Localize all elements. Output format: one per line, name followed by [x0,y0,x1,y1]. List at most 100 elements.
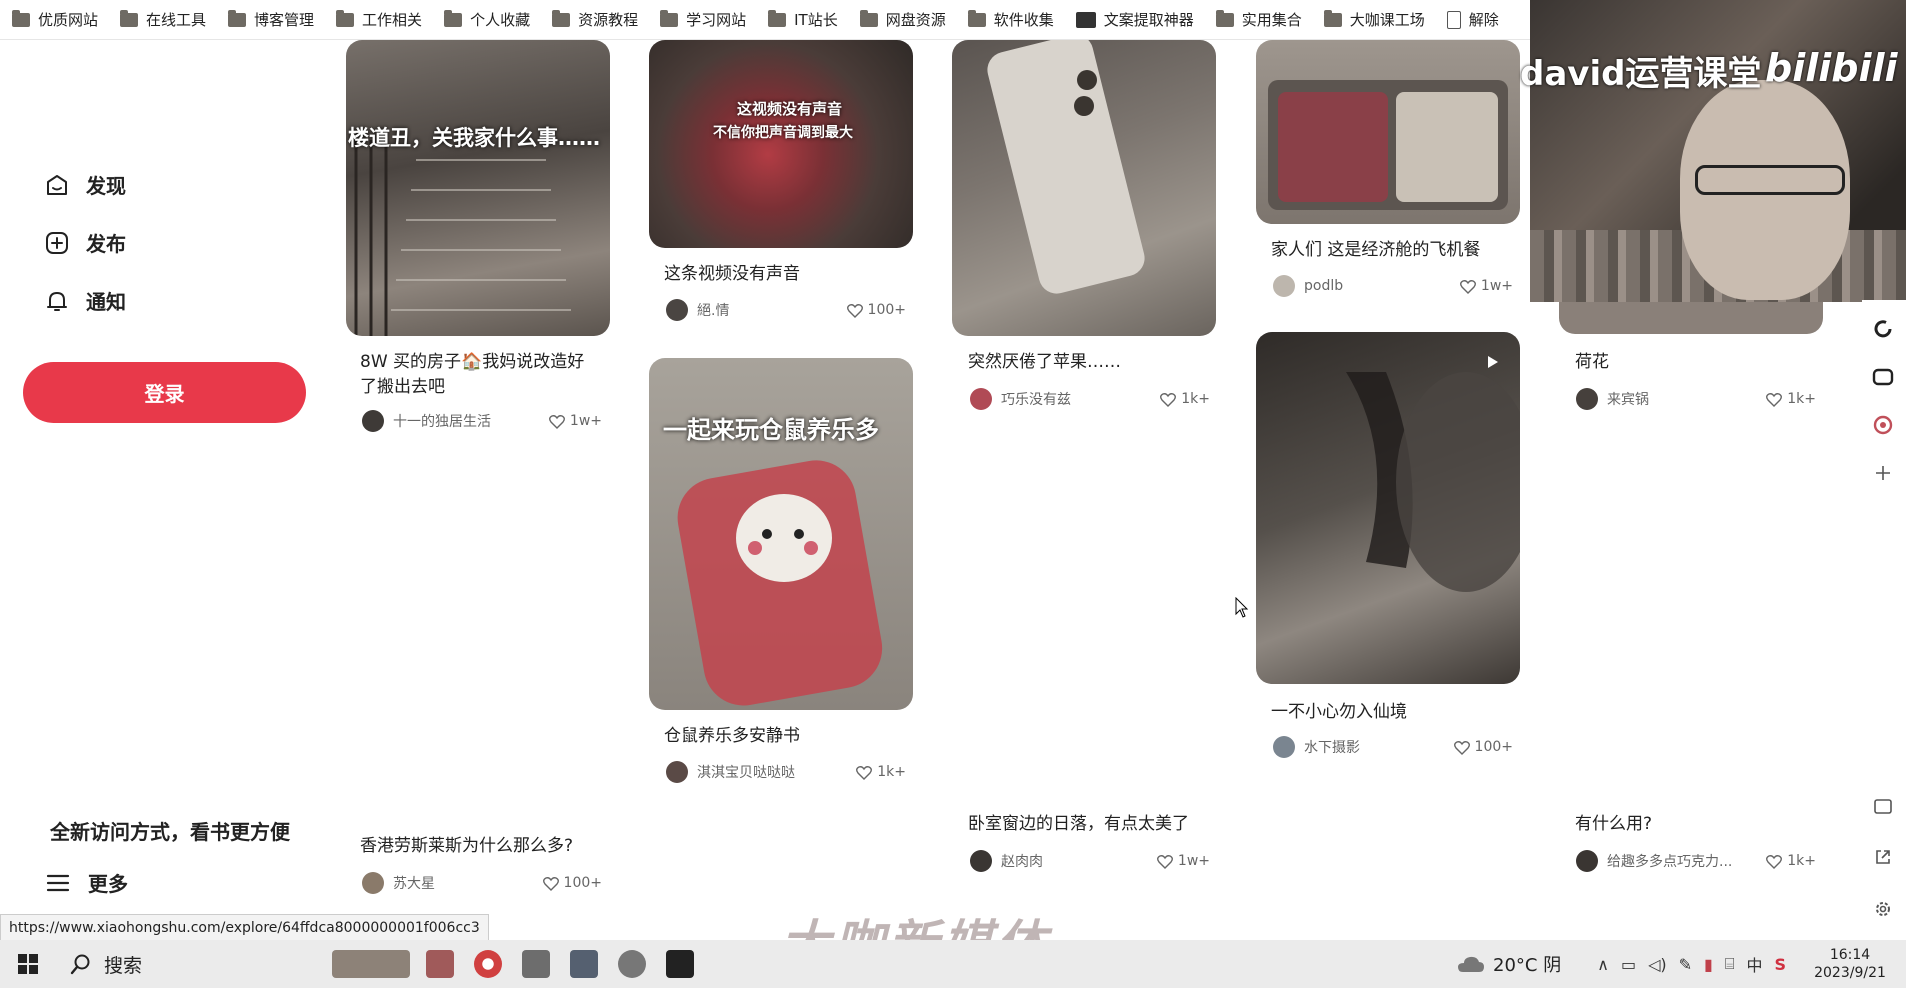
card-author[interactable]: 巧乐没有兹 [1001,389,1160,409]
card-author[interactable]: 絕.情 [697,300,847,320]
bookmark-item[interactable]: 优质网站 [12,6,98,34]
battery-icon[interactable]: ▮ [1704,955,1713,974]
avatar[interactable] [970,850,992,872]
mouse-cursor [1235,597,1249,618]
bookmark-item[interactable]: 工作相关 [336,6,422,34]
taskbar-search[interactable]: 搜索 [56,940,326,988]
card-author[interactable]: 赵肉肉 [1001,851,1157,871]
card-image[interactable]: 楼道丑，关我家什么事…… [346,40,610,336]
card-title[interactable]: 一不小心勿入仙境 [1271,700,1511,725]
bookmark-item[interactable]: 个人收藏 [444,6,530,34]
display-icon[interactable]: ▭ [1621,955,1636,974]
avatar[interactable] [666,299,688,321]
bookmark-item[interactable]: 资源教程 [552,6,638,34]
like-button[interactable]: 1k+ [1766,391,1816,407]
card-title[interactable]: 有什么用? [1575,812,1815,837]
avatar[interactable] [362,872,384,894]
bookmark-item[interactable]: 文案提取神器 [1075,6,1194,34]
card-author[interactable]: 淇淇宝贝哒哒哒 [697,762,856,782]
taskbar-app-flower[interactable] [608,940,656,988]
network-icon[interactable]: ⌸ [1725,954,1735,974]
like-button[interactable]: 1k+ [856,764,906,780]
card-title[interactable]: 家人们 这是经济舱的飞机餐 [1271,238,1511,263]
card-image[interactable] [1256,40,1520,224]
bookmark-item[interactable]: 学习网站 [660,6,746,34]
bookmark-item[interactable]: 软件收集 [967,6,1054,34]
avatar[interactable] [666,761,688,783]
like-button[interactable]: 1w+ [548,413,602,429]
start-button[interactable] [0,940,56,988]
card-author[interactable]: 水下摄影 [1304,737,1454,757]
avatar[interactable] [970,388,992,410]
card-image[interactable] [1256,332,1520,684]
more-menu[interactable]: 更多 [46,868,128,897]
like-button[interactable]: 100+ [846,302,906,318]
taskbar-app-thumbnail[interactable] [326,940,416,988]
promo-text[interactable]: 全新访问方式，看书更方便 [50,816,290,845]
nav-discover[interactable]: 发现 [44,170,126,199]
ime-indicator[interactable]: 中 [1746,952,1762,976]
card-author[interactable]: 给趣多多点巧克力... [1607,851,1766,871]
avatar[interactable] [1576,388,1598,410]
taskbar-app-recorder[interactable] [416,940,464,988]
bookmark-item[interactable]: 实用集合 [1215,6,1302,34]
bookmark-item[interactable]: 网盘资源 [859,6,946,34]
taskbar-app-typora[interactable] [656,940,704,988]
card-title[interactable]: 香港劳斯莱斯为什么那么多? [360,834,600,859]
like-button[interactable]: 1k+ [1160,391,1210,407]
nav-publish[interactable]: 发布 [44,228,126,257]
game-icon[interactable] [1870,364,1896,390]
system-tray: 20°C 阴 ∧ ▭ ◁) ✎ ▮ ⌸ 中 S 16:14 2023/9/21 [1455,940,1906,988]
card-author[interactable]: podlb [1304,278,1460,294]
card-image[interactable] [952,40,1216,336]
weather-widget[interactable]: 20°C 阴 [1455,951,1561,977]
screenshot-icon[interactable] [1870,794,1896,820]
avatar[interactable] [1273,736,1295,758]
nav-notify[interactable]: 通知 [44,286,126,315]
like-button[interactable]: 100+ [542,875,602,891]
card-title[interactable]: 荷花 [1575,350,1815,375]
chevron-up-icon[interactable]: ∧ [1597,955,1609,974]
like-button[interactable]: 1w+ [1156,853,1210,869]
water-illustration [1346,356,1520,592]
flower-icon[interactable] [1870,412,1896,438]
bookmark-item[interactable]: 大咖课工场 [1323,6,1425,34]
more-label: 更多 [88,872,128,896]
card-title[interactable]: 突然厌倦了苹果…… [968,350,1208,375]
settings-icon[interactable] [1870,896,1896,922]
refresh-icon[interactable] [1870,316,1896,342]
card-title[interactable]: 8W 买的房子🏠我妈说改造好了搬出去吧 [360,350,600,400]
bookmark-label: 个人收藏 [470,11,531,29]
card-overlay-line1: 这视频没有声音 [737,100,843,118]
bookmark-item[interactable]: 博客管理 [228,6,314,34]
like-button[interactable]: 1k+ [1766,853,1816,869]
avatar[interactable] [362,410,384,432]
pen-icon[interactable]: ✎ [1679,955,1692,974]
avatar[interactable] [1273,275,1295,297]
bookmark-label: 资源教程 [578,11,639,29]
card-overlay-text: 楼道丑，关我家什么事…… [348,126,600,150]
card-author[interactable]: 苏大星 [393,873,543,893]
volume-icon[interactable]: ◁) [1648,955,1667,974]
taskbar-app-editor[interactable] [560,940,608,988]
taskbar-app-notes[interactable] [512,940,560,988]
bookmark-item[interactable]: 在线工具 [120,6,206,34]
avatar[interactable] [1576,850,1598,872]
card-author[interactable]: 十一的独居生活 [393,411,549,431]
external-link-icon[interactable] [1870,844,1896,870]
bookmark-item[interactable]: IT站长 [768,6,838,34]
like-button[interactable]: 100+ [1453,739,1513,755]
bookmark-item[interactable]: 解除 [1446,6,1499,34]
card-title[interactable]: 仓鼠养乐多安静书 [664,724,904,749]
like-button[interactable]: 1w+ [1459,278,1513,294]
sogou-icon[interactable]: S [1774,955,1786,974]
card-image[interactable]: 这视频没有声音 不信你把声音调到最大 [649,40,913,248]
clock[interactable]: 16:14 2023/9/21 [1806,946,1894,982]
card-image[interactable]: 一起来玩仓鼠养乐多 [649,358,913,710]
login-button[interactable]: 登录 [23,362,306,423]
taskbar-app-chrome[interactable] [464,940,512,988]
add-icon[interactable] [1870,460,1896,486]
card-title[interactable]: 卧室窗边的日落，有点太美了 [968,812,1228,837]
card-title[interactable]: 这条视频没有声音 [664,262,904,287]
card-author[interactable]: 来宾锅 [1607,389,1766,409]
